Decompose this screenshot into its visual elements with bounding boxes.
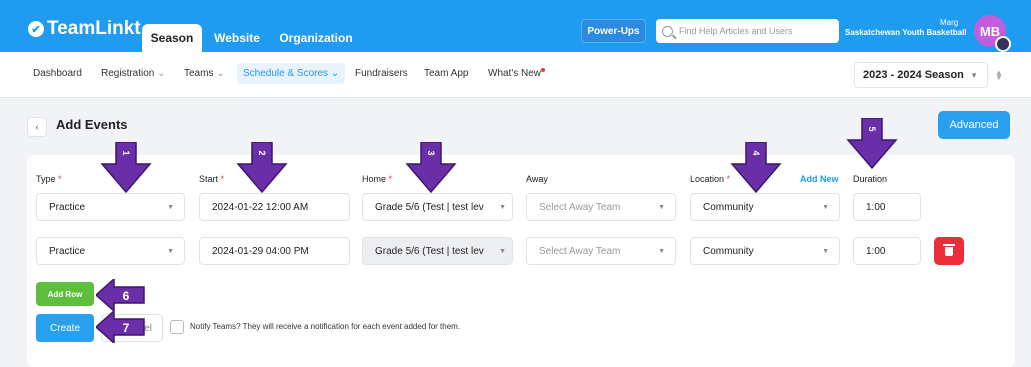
caret-down-icon: ▼ [499,203,506,211]
tab-website[interactable]: Website [210,24,264,52]
annotation-number: 3 [426,150,436,155]
annotation-arrow-4: 4 [730,142,782,194]
caret-down-icon: ▼ [658,247,665,255]
add-new-location-link[interactable]: Add New [800,174,839,184]
back-button[interactable]: ‹ [27,117,47,137]
search-icon [662,25,673,37]
nav-schedule-scores[interactable]: Schedule & Scores ⌄ [237,63,346,84]
advanced-button[interactable]: Advanced [938,111,1010,139]
top-bar: ✔ TeamLinkt Season Website Organization … [0,0,1031,52]
away-team-select[interactable]: Select Away Team ▼ [526,237,676,265]
caret-down-icon: ▼ [822,247,829,255]
location-select-value: Community [703,245,754,257]
chevron-down-icon: ⌄ [157,68,166,79]
chevron-down-icon: ⌄ [216,68,225,79]
nav-team-app[interactable]: Team App [424,68,468,79]
delete-row-button[interactable] [934,237,964,265]
location-select[interactable]: Community ▼ [690,193,840,221]
location-label: Location * [690,174,731,184]
nav-registration[interactable]: Registration ⌄ [101,68,166,79]
away-team-placeholder: Select Away Team [539,201,621,213]
annotation-arrow-1: 1 [100,142,152,194]
location-select[interactable]: Community ▼ [690,237,840,265]
logo-text: TeamLinkt [47,18,141,39]
start-datetime-input[interactable]: 2024-01-29 04:00 PM [199,237,350,265]
annotation-number: 1 [121,150,131,155]
start-datetime-input[interactable]: 2024-01-22 12:00 AM [199,193,350,221]
nav-whats-new[interactable]: What's New [488,68,546,79]
logo-check-icon: ✔ [28,21,44,37]
annotation-arrow-2: 2 [236,142,288,194]
annotation-arrow-6: 6 [96,279,145,311]
type-select-value: Practice [49,245,86,257]
page-title: Add Events [56,117,128,132]
annotation-number: 4 [751,150,761,155]
duration-input[interactable]: 1:00 [853,193,921,221]
chevron-down-icon: ▼ [970,70,978,80]
sub-avatar-icon [995,36,1011,52]
caret-down-icon: ▼ [167,247,174,255]
new-badge [541,68,546,72]
notify-teams-label: Notify Teams? They will receive a notifi… [190,322,461,331]
home-team-select-value: Grade 5/6 (Test | test lev [375,201,484,213]
tab-organization[interactable]: Organization [276,24,356,52]
type-select[interactable]: Practice ▼ [36,237,185,265]
nav-fundraisers[interactable]: Fundraisers [355,68,408,79]
caret-down-icon: ▼ [167,203,174,211]
home-label: Home * [362,174,393,184]
avatar[interactable]: MB [974,15,1011,52]
power-ups-button[interactable]: Power-Ups [581,19,646,43]
annotation-arrow-3: 3 [405,142,457,194]
type-label: Type * [36,174,62,184]
caret-down-icon: ▼ [658,203,665,211]
chevron-down-icon: ⌄ [330,68,340,79]
main-nav: Dashboard Registration ⌄ Teams ⌄ Schedul… [0,52,1031,98]
scroll-arrows-icon[interactable]: ▲ ▼ [995,69,1003,82]
user-name: Marg [940,18,959,27]
caret-down-icon: ▼ [822,203,829,211]
start-label: Start * [199,174,225,184]
nav-teams[interactable]: Teams ⌄ [184,68,225,79]
create-button[interactable]: Create [36,314,94,342]
search-input[interactable]: Find Help Articles and Users [656,19,839,43]
annotation-number: 7 [123,321,130,335]
nav-dashboard[interactable]: Dashboard [33,68,82,79]
away-team-select[interactable]: Select Away Team ▼ [526,193,676,221]
away-label: Away [526,174,548,184]
annotation-arrow-7: 7 [96,311,145,343]
caret-down-icon: ▼ [499,247,506,255]
type-select-value: Practice [49,201,86,213]
tab-season[interactable]: Season [142,24,202,52]
avatar-initials: MB [979,23,1001,39]
trash-icon [943,243,955,256]
annotation-number: 5 [867,126,877,131]
annotation-number: 6 [123,289,130,303]
home-team-select-value: Grade 5/6 (Test | test lev [375,245,484,257]
season-select-value: 2023 - 2024 Season [863,69,964,81]
chevron-left-icon: ‹ [35,122,39,132]
annotation-number: 2 [257,150,267,155]
duration-label: Duration [853,174,888,184]
away-team-placeholder: Select Away Team [539,245,621,257]
season-select[interactable]: 2023 - 2024 Season ▼ [854,62,988,88]
add-row-button[interactable]: Add Row [36,282,94,306]
notify-teams-checkbox[interactable] [170,320,184,334]
home-team-select[interactable]: Grade 5/6 (Test | test lev ▼ [362,237,513,265]
home-team-select[interactable]: Grade 5/6 (Test | test lev ▼ [362,193,513,221]
search-placeholder: Find Help Articles and Users [679,26,793,36]
annotation-arrow-5: 5 [846,118,898,170]
teamlinkt-logo[interactable]: ✔ TeamLinkt [28,18,141,40]
location-select-value: Community [703,201,754,213]
organization-name[interactable]: Saskatchewan Youth Basketball [845,28,967,37]
type-select[interactable]: Practice ▼ [36,193,185,221]
duration-input[interactable]: 1:00 [853,237,921,265]
